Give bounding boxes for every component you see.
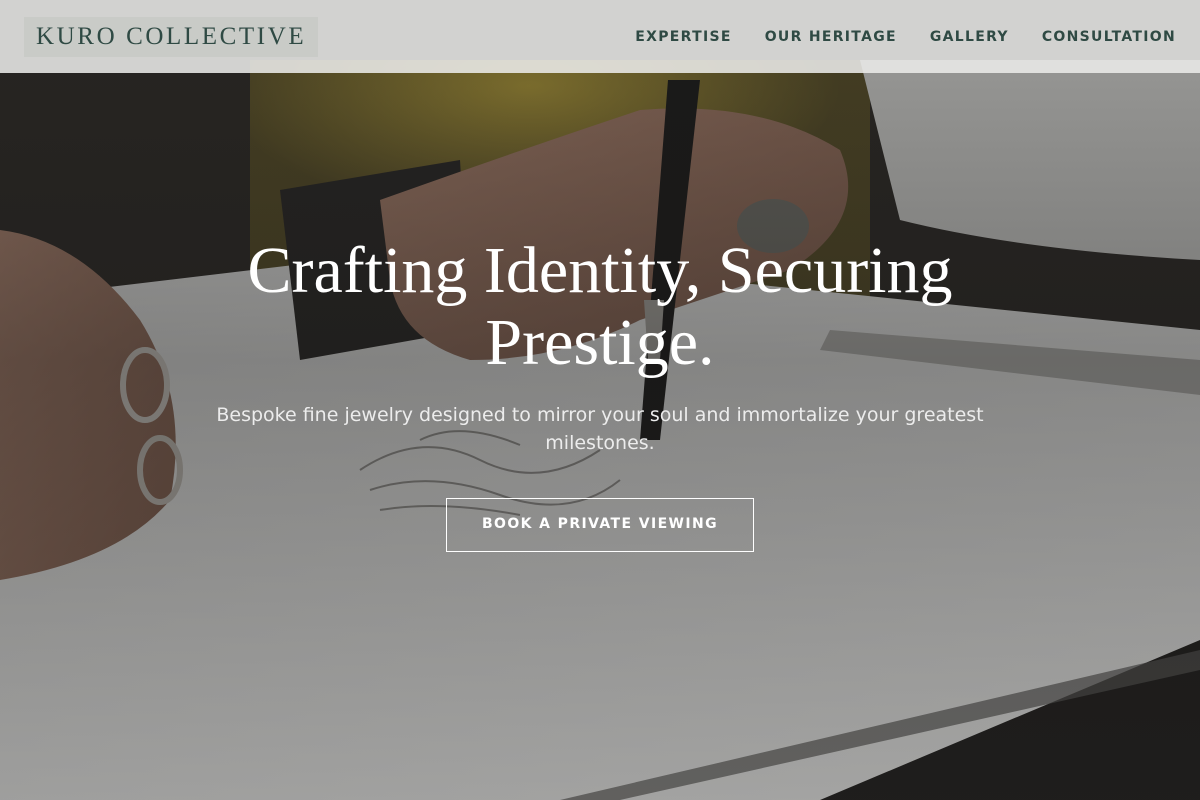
nav-link-gallery[interactable]: GALLERY [930,27,1009,47]
nav-link-expertise[interactable]: EXPERTISE [635,27,731,47]
hero-headline: Crafting Identity, Securing Prestige. [247,234,953,379]
brand-logo[interactable]: KURO COLLECTIVE [24,16,319,57]
hero-section: Crafting Identity, Securing Prestige. Be… [0,235,1200,552]
nav-link-consultation[interactable]: CONSULTATION [1042,27,1176,47]
book-viewing-button[interactable]: BOOK A PRIVATE VIEWING [446,498,754,552]
navbar: KURO COLLECTIVE EXPERTISE OUR HERITAGE G… [0,0,1200,73]
hero-subheadline: Bespoke fine jewelry designed to mirror … [216,404,984,454]
nav-link-our-heritage[interactable]: OUR HERITAGE [765,27,897,47]
main-nav: EXPERTISE OUR HERITAGE GALLERY CONSULTAT… [602,27,1176,47]
